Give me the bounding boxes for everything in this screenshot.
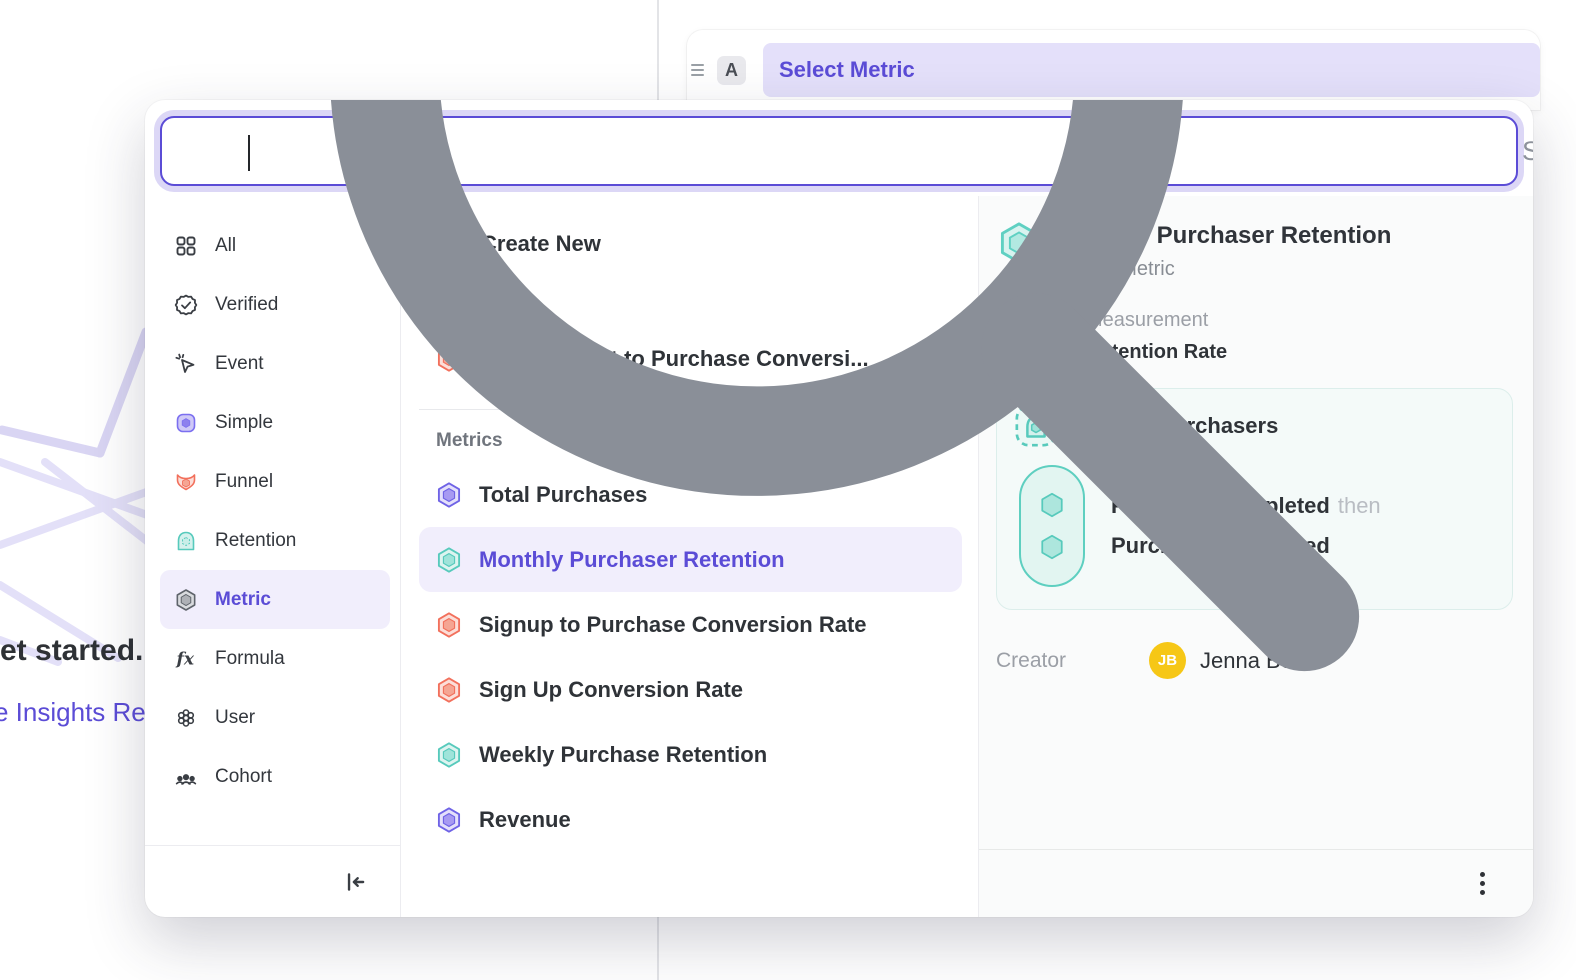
select-metric-card: A Select Metric (687, 30, 1540, 110)
background-heading: et started. (0, 634, 143, 668)
more-options-button[interactable] (1465, 867, 1499, 901)
collapse-icon (342, 869, 368, 895)
select-metric-label: Select Metric (779, 57, 915, 83)
background-chart-decoration (0, 320, 160, 680)
search-area (160, 116, 1518, 186)
select-metric-button[interactable]: Select Metric (763, 43, 1540, 97)
background-insights-link[interactable]: e Insights Re (0, 697, 146, 728)
detail-footer (979, 849, 1533, 917)
collapse-sidebar-button[interactable] (338, 865, 372, 899)
metric-item-label: Revenue (479, 807, 571, 833)
search-icon (182, 100, 1496, 808)
sidebar-footer (145, 845, 400, 917)
metric-picker-modal: AllVerifiedEventSimpleFunnelRetentionMet… (145, 100, 1533, 917)
hex-purple-icon (435, 806, 463, 834)
search-box[interactable] (160, 116, 1518, 186)
metric-letter-badge: A (717, 56, 746, 85)
search-input[interactable] (1522, 136, 1533, 167)
text-caret (248, 135, 250, 171)
kebab-icon (1480, 872, 1485, 877)
drag-handle-icon[interactable] (691, 64, 709, 76)
